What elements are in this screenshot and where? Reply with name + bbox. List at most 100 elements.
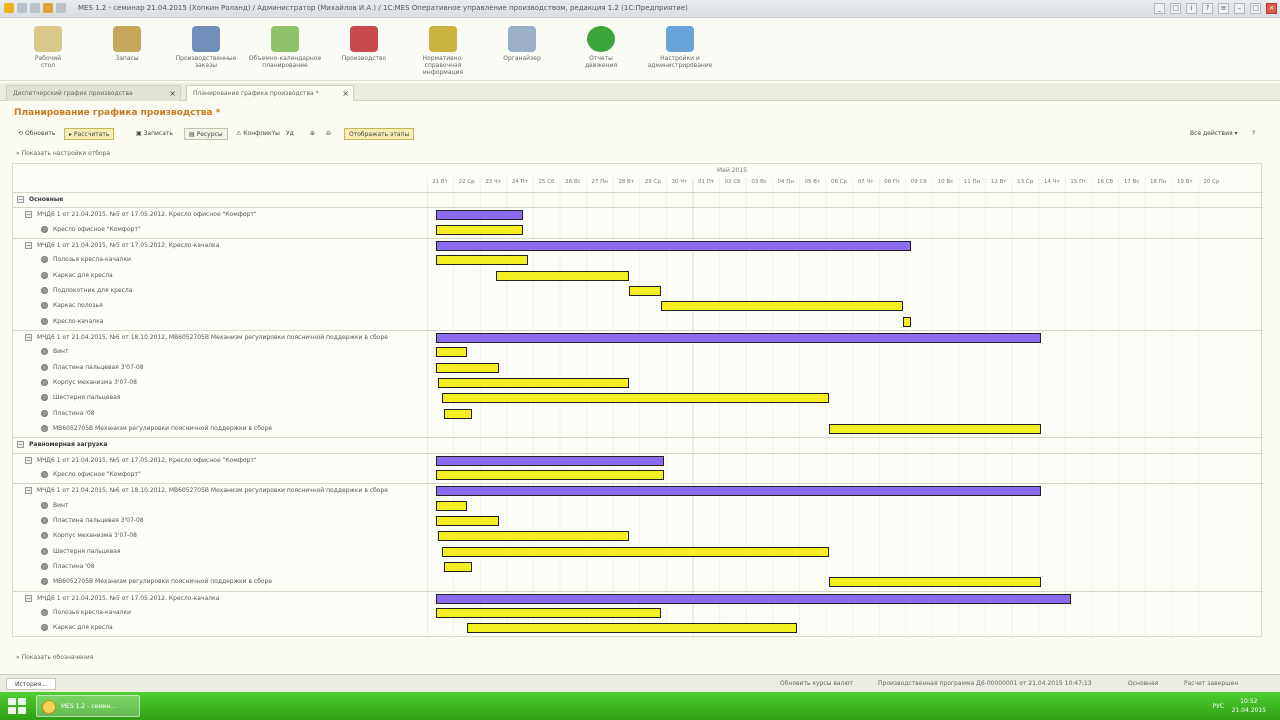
gantt-item-row[interactable]: Полозья кресла-качалки [13, 606, 1263, 621]
gantt-operation-bar[interactable] [466, 623, 797, 634]
history-icon[interactable] [56, 3, 66, 13]
gantt-item-row[interactable]: Кресло офисное "Комфорт" [13, 223, 1263, 238]
gantt-operation-bar[interactable] [436, 607, 662, 618]
gantt-order-row[interactable]: − МЧД6 1 от 21.04.2015, №5 от 17.05.2012,… [13, 237, 1263, 253]
gantt-operation-bar[interactable] [436, 362, 499, 373]
gantt-operation-bar[interactable] [436, 500, 467, 511]
menu-icon[interactable]: ≡ [1218, 3, 1229, 14]
collapse-icon[interactable]: − [25, 594, 32, 602]
gantt-item-row[interactable]: Подлокотник для кресла [13, 284, 1263, 299]
status-variant[interactable]: Основная [1128, 680, 1158, 687]
ribbon-item-2[interactable]: Производственные заказы [168, 22, 244, 78]
status-program-link[interactable]: Производственная программа Д6-00000001 о… [878, 680, 1092, 687]
status-calc-done[interactable]: Расчет завершен [1184, 680, 1238, 687]
gantt-item-row[interactable]: МВ6052705В Механизм регулировки поясничн… [13, 575, 1263, 590]
close-icon[interactable]: × [169, 89, 176, 98]
gantt-operation-bar[interactable] [436, 469, 664, 480]
gantt-item-row[interactable]: Корпус механизма 3'07-08 [13, 376, 1263, 391]
gantt-order-row[interactable]: − МЧД6 1 от 21.04.2015, №5 от 17.05.2012,… [13, 207, 1263, 222]
gantt-item-row[interactable]: МВ6052705В Механизм регулировки поясничн… [13, 422, 1263, 437]
info-icon[interactable]: i [1186, 3, 1197, 14]
gantt-item-row[interactable]: Кресло-качалка [13, 315, 1263, 330]
gantt-operation-bar[interactable] [436, 515, 499, 526]
gantt-operation-bar[interactable] [828, 577, 1042, 588]
gantt-item-row[interactable]: Шестерня пальцевая [13, 545, 1263, 560]
gantt-item-row[interactable]: Шестерня пальцевая [13, 391, 1263, 406]
gantt-operation-bar[interactable] [496, 270, 630, 281]
save-button[interactable]: ▣ Записать [132, 128, 177, 140]
ribbon-item-4[interactable]: Производство [326, 22, 402, 78]
gantt-item-row[interactable]: Винт [13, 499, 1263, 514]
gantt-item-row[interactable]: Каркас для кресла [13, 621, 1263, 636]
gantt-item-row[interactable]: Кресло офисное "Комфорт" [13, 468, 1263, 483]
gantt-operation-bar[interactable] [903, 316, 912, 327]
gantt-order-bar[interactable] [436, 210, 523, 221]
calculate-button[interactable]: ▸ Рассчитать [64, 128, 115, 140]
home-icon[interactable] [43, 3, 53, 13]
gantt-item-row[interactable]: Пластина '08 [13, 560, 1263, 575]
gantt-order-bar[interactable] [436, 593, 1071, 604]
restore-icon[interactable]: □ [1170, 3, 1181, 14]
gantt-operation-bar[interactable] [441, 393, 829, 404]
ribbon-item-7[interactable]: Отчеты движения [563, 22, 639, 78]
minimize-icon[interactable]: _ [1154, 3, 1165, 14]
collapse-icon[interactable]: − [25, 333, 32, 341]
ribbon-item-3[interactable]: Объемно-календарное планирование [247, 22, 323, 78]
gantt-operation-bar[interactable] [444, 561, 473, 572]
start-button[interactable] [6, 696, 28, 716]
collapse-icon[interactable]: − [17, 441, 24, 449]
depth-button[interactable]: Уд [282, 128, 298, 140]
gantt-item-row[interactable]: Каркас для кресла [13, 269, 1263, 284]
ribbon-item-1[interactable]: Запасы [89, 22, 165, 78]
resources-button[interactable]: ▤ Ресурсы [184, 128, 228, 140]
gantt-group-row[interactable]: − Основные [13, 192, 1263, 207]
history-button[interactable]: История... [6, 678, 56, 690]
gantt-group-row[interactable]: − Равномерная загрузка [13, 437, 1263, 452]
show-stages-toggle[interactable]: Отображать этапы [344, 128, 415, 140]
ribbon-item-8[interactable]: Настройки и администрирование [642, 22, 718, 78]
gantt-operation-bar[interactable] [828, 423, 1042, 434]
gantt-operation-bar[interactable] [444, 408, 473, 419]
taskbar-app-button[interactable]: MES 1.2 - семин... [36, 695, 140, 717]
show-filter-settings-link[interactable]: » Показать настройки отбора [16, 150, 110, 157]
ribbon-item-0[interactable]: Рабочий стол [10, 22, 86, 78]
ribbon-item-5[interactable]: Нормативно-справочная информация [405, 22, 481, 78]
gantt-order-bar[interactable] [436, 240, 912, 251]
conflicts-button[interactable]: ⚠ Конфликты [232, 128, 284, 140]
tab-dispatch-schedule[interactable]: Диспетчерский график производства × [6, 85, 181, 101]
gantt-order-row[interactable]: − МЧД6 1 от 21.04.2015, №5 от 17.05.2012,… [13, 452, 1263, 468]
refresh-button[interactable]: ⟲ Обновить [14, 128, 59, 140]
gantt-order-row[interactable]: − МЧД6 1 от 21.04.2015, №5 от 17.05.2012,… [13, 590, 1263, 606]
gantt-item-row[interactable]: Пластина '08 [13, 407, 1263, 422]
gantt-operation-bar[interactable] [436, 224, 523, 235]
gantt-operation-bar[interactable] [436, 255, 529, 266]
all-actions-menu[interactable]: Все действия ▾ [1186, 128, 1242, 140]
gantt-operation-bar[interactable] [629, 285, 662, 296]
zoom-in-icon[interactable]: ⊕ [306, 128, 319, 140]
collapse-icon[interactable]: − [17, 196, 24, 203]
gantt-order-bar[interactable] [436, 486, 1042, 497]
gantt-operation-bar[interactable] [661, 301, 904, 312]
close-icon[interactable]: × [342, 89, 349, 98]
gantt-operation-bar[interactable] [437, 531, 630, 542]
ribbon-item-6[interactable]: Органайзер [484, 22, 560, 78]
gantt-order-bar[interactable] [436, 455, 664, 466]
collapse-icon[interactable]: − [25, 211, 32, 219]
gantt-operation-bar[interactable] [441, 546, 829, 557]
window-maximize-button[interactable]: □ [1250, 3, 1261, 14]
app-logo-icon[interactable] [4, 3, 14, 13]
gantt-order-row[interactable]: − МЧД6 1 от 21.04.2015, №6 от 18.10.2012,… [13, 483, 1263, 498]
gantt-operation-bar[interactable] [437, 377, 630, 388]
gantt-item-row[interactable]: Пластина пальцевая 3'07-08 [13, 514, 1263, 529]
back-icon[interactable] [17, 3, 27, 13]
close-icon[interactable]: × [1266, 3, 1277, 14]
keyboard-language[interactable]: РУС [1213, 703, 1224, 710]
zoom-out-icon[interactable]: ⊖ [322, 128, 335, 140]
forward-icon[interactable] [30, 3, 40, 13]
gantt-order-bar[interactable] [436, 332, 1042, 343]
window-minimize-button[interactable]: – [1234, 3, 1245, 14]
collapse-icon[interactable]: − [25, 241, 32, 249]
tray-clock[interactable]: 10:52 21.04.2015 [1232, 697, 1266, 715]
help-icon[interactable]: ? [1248, 128, 1259, 140]
gantt-operation-bar[interactable] [436, 347, 467, 358]
